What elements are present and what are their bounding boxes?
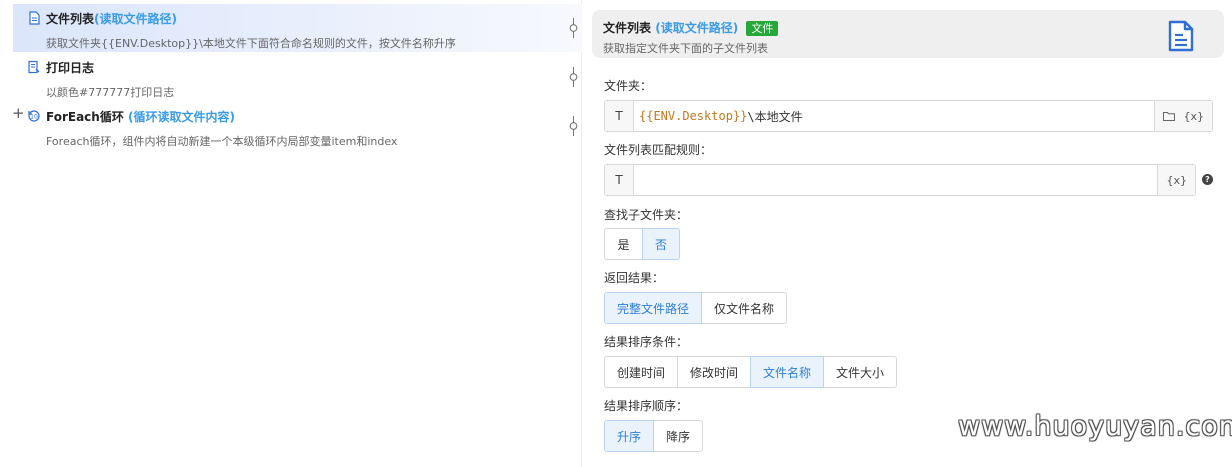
panel-subtitle: 获取指定文件夹下面的子文件列表 xyxy=(603,42,768,55)
print-log-icon xyxy=(28,60,40,74)
rule-value[interactable] xyxy=(634,165,1157,195)
folder-icon[interactable] xyxy=(1163,111,1176,121)
panel-title: 文件列表 (读取文件路径) 文件 xyxy=(603,19,779,36)
document-icon xyxy=(1168,20,1194,52)
category-badge: 文件 xyxy=(746,21,779,36)
subfolder-label: 查找子文件夹： xyxy=(604,208,689,222)
folder-label: 文件夹： xyxy=(604,79,653,93)
step-list: 文件列表(读取文件路径) 获取文件夹{{ENV.Desktop}}\本地文件下面… xyxy=(0,0,582,467)
panel-header: 文件列表 (读取文件路径) 文件 获取指定文件夹下面的子文件列表 xyxy=(592,10,1224,58)
step-description: 以颜色#777777打印日志 xyxy=(46,86,175,99)
folder-input[interactable]: T {{ENV.Desktop}} \本地文件 {x} xyxy=(604,100,1213,132)
sort-order-toggle: 升序 降序 xyxy=(604,420,703,452)
option-descending[interactable]: 降序 xyxy=(653,420,703,452)
rule-label: 文件列表匹配规则： xyxy=(604,143,713,157)
step-item-file-list[interactable]: 文件列表(读取文件路径) 获取文件夹{{ENV.Desktop}}\本地文件下面… xyxy=(13,4,582,52)
option-yes[interactable]: 是 xyxy=(604,228,643,260)
option-ascending[interactable]: 升序 xyxy=(604,420,654,452)
sort-by-toggle: 创建时间 修改时间 文件名称 文件大小 xyxy=(604,356,897,388)
rule-input[interactable]: T {x} xyxy=(604,164,1196,196)
step-item-print-log[interactable]: 打印日志 以颜色#777777打印日志 xyxy=(13,53,582,101)
option-created-time[interactable]: 创建时间 xyxy=(604,356,678,388)
sort-by-label: 结果排序条件： xyxy=(604,335,689,349)
subfolder-toggle: 是 否 xyxy=(604,228,680,260)
option-modified-time[interactable]: 修改时间 xyxy=(677,356,751,388)
file-list-icon xyxy=(29,11,40,25)
type-text-toggle[interactable]: T xyxy=(605,165,634,195)
result-label: 返回结果： xyxy=(604,271,665,285)
type-text-toggle[interactable]: T xyxy=(605,101,634,131)
option-file-size[interactable]: 文件大小 xyxy=(823,356,897,388)
folder-value[interactable]: {{ENV.Desktop}} \本地文件 xyxy=(634,101,1154,131)
loop-icon: 10 xyxy=(28,110,40,122)
step-item-foreach[interactable]: 10 ForEach循环 (循环读取文件内容) Foreach循环，组件内将自动… xyxy=(13,102,582,150)
step-description: Foreach循环，组件内将自动新建一个本级循环内局部变量item和index xyxy=(46,135,398,148)
folder-input-actions: {x} xyxy=(1154,101,1212,131)
rule-input-actions: {x} xyxy=(1157,165,1195,195)
option-no[interactable]: 否 xyxy=(642,228,680,260)
option-name-only[interactable]: 仅文件名称 xyxy=(701,292,787,324)
connector-pin-icon[interactable] xyxy=(568,67,579,87)
watermark: www.huoyuyan.com xyxy=(958,411,1232,442)
step-description: 获取文件夹{{ENV.Desktop}}\本地文件下面符合命名规则的文件，按文件… xyxy=(46,37,456,50)
connector-pin-icon[interactable] xyxy=(568,18,579,38)
variable-button[interactable]: {x} xyxy=(1183,110,1204,123)
step-title: 打印日志 xyxy=(46,61,95,75)
option-full-path[interactable]: 完整文件路径 xyxy=(604,292,702,324)
variable-button[interactable]: {x} xyxy=(1166,174,1187,187)
sort-order-label: 结果排序顺序： xyxy=(604,399,689,413)
result-toggle: 完整文件路径 仅文件名称 xyxy=(604,292,787,324)
svg-text:10: 10 xyxy=(30,114,38,121)
connector-pin-icon[interactable] xyxy=(568,116,579,136)
option-file-name[interactable]: 文件名称 xyxy=(750,356,824,388)
step-title: 文件列表(读取文件路径) xyxy=(46,12,177,26)
help-icon[interactable]: ? xyxy=(1202,174,1213,185)
step-title: ForEach循环 (循环读取文件内容) xyxy=(46,110,235,124)
